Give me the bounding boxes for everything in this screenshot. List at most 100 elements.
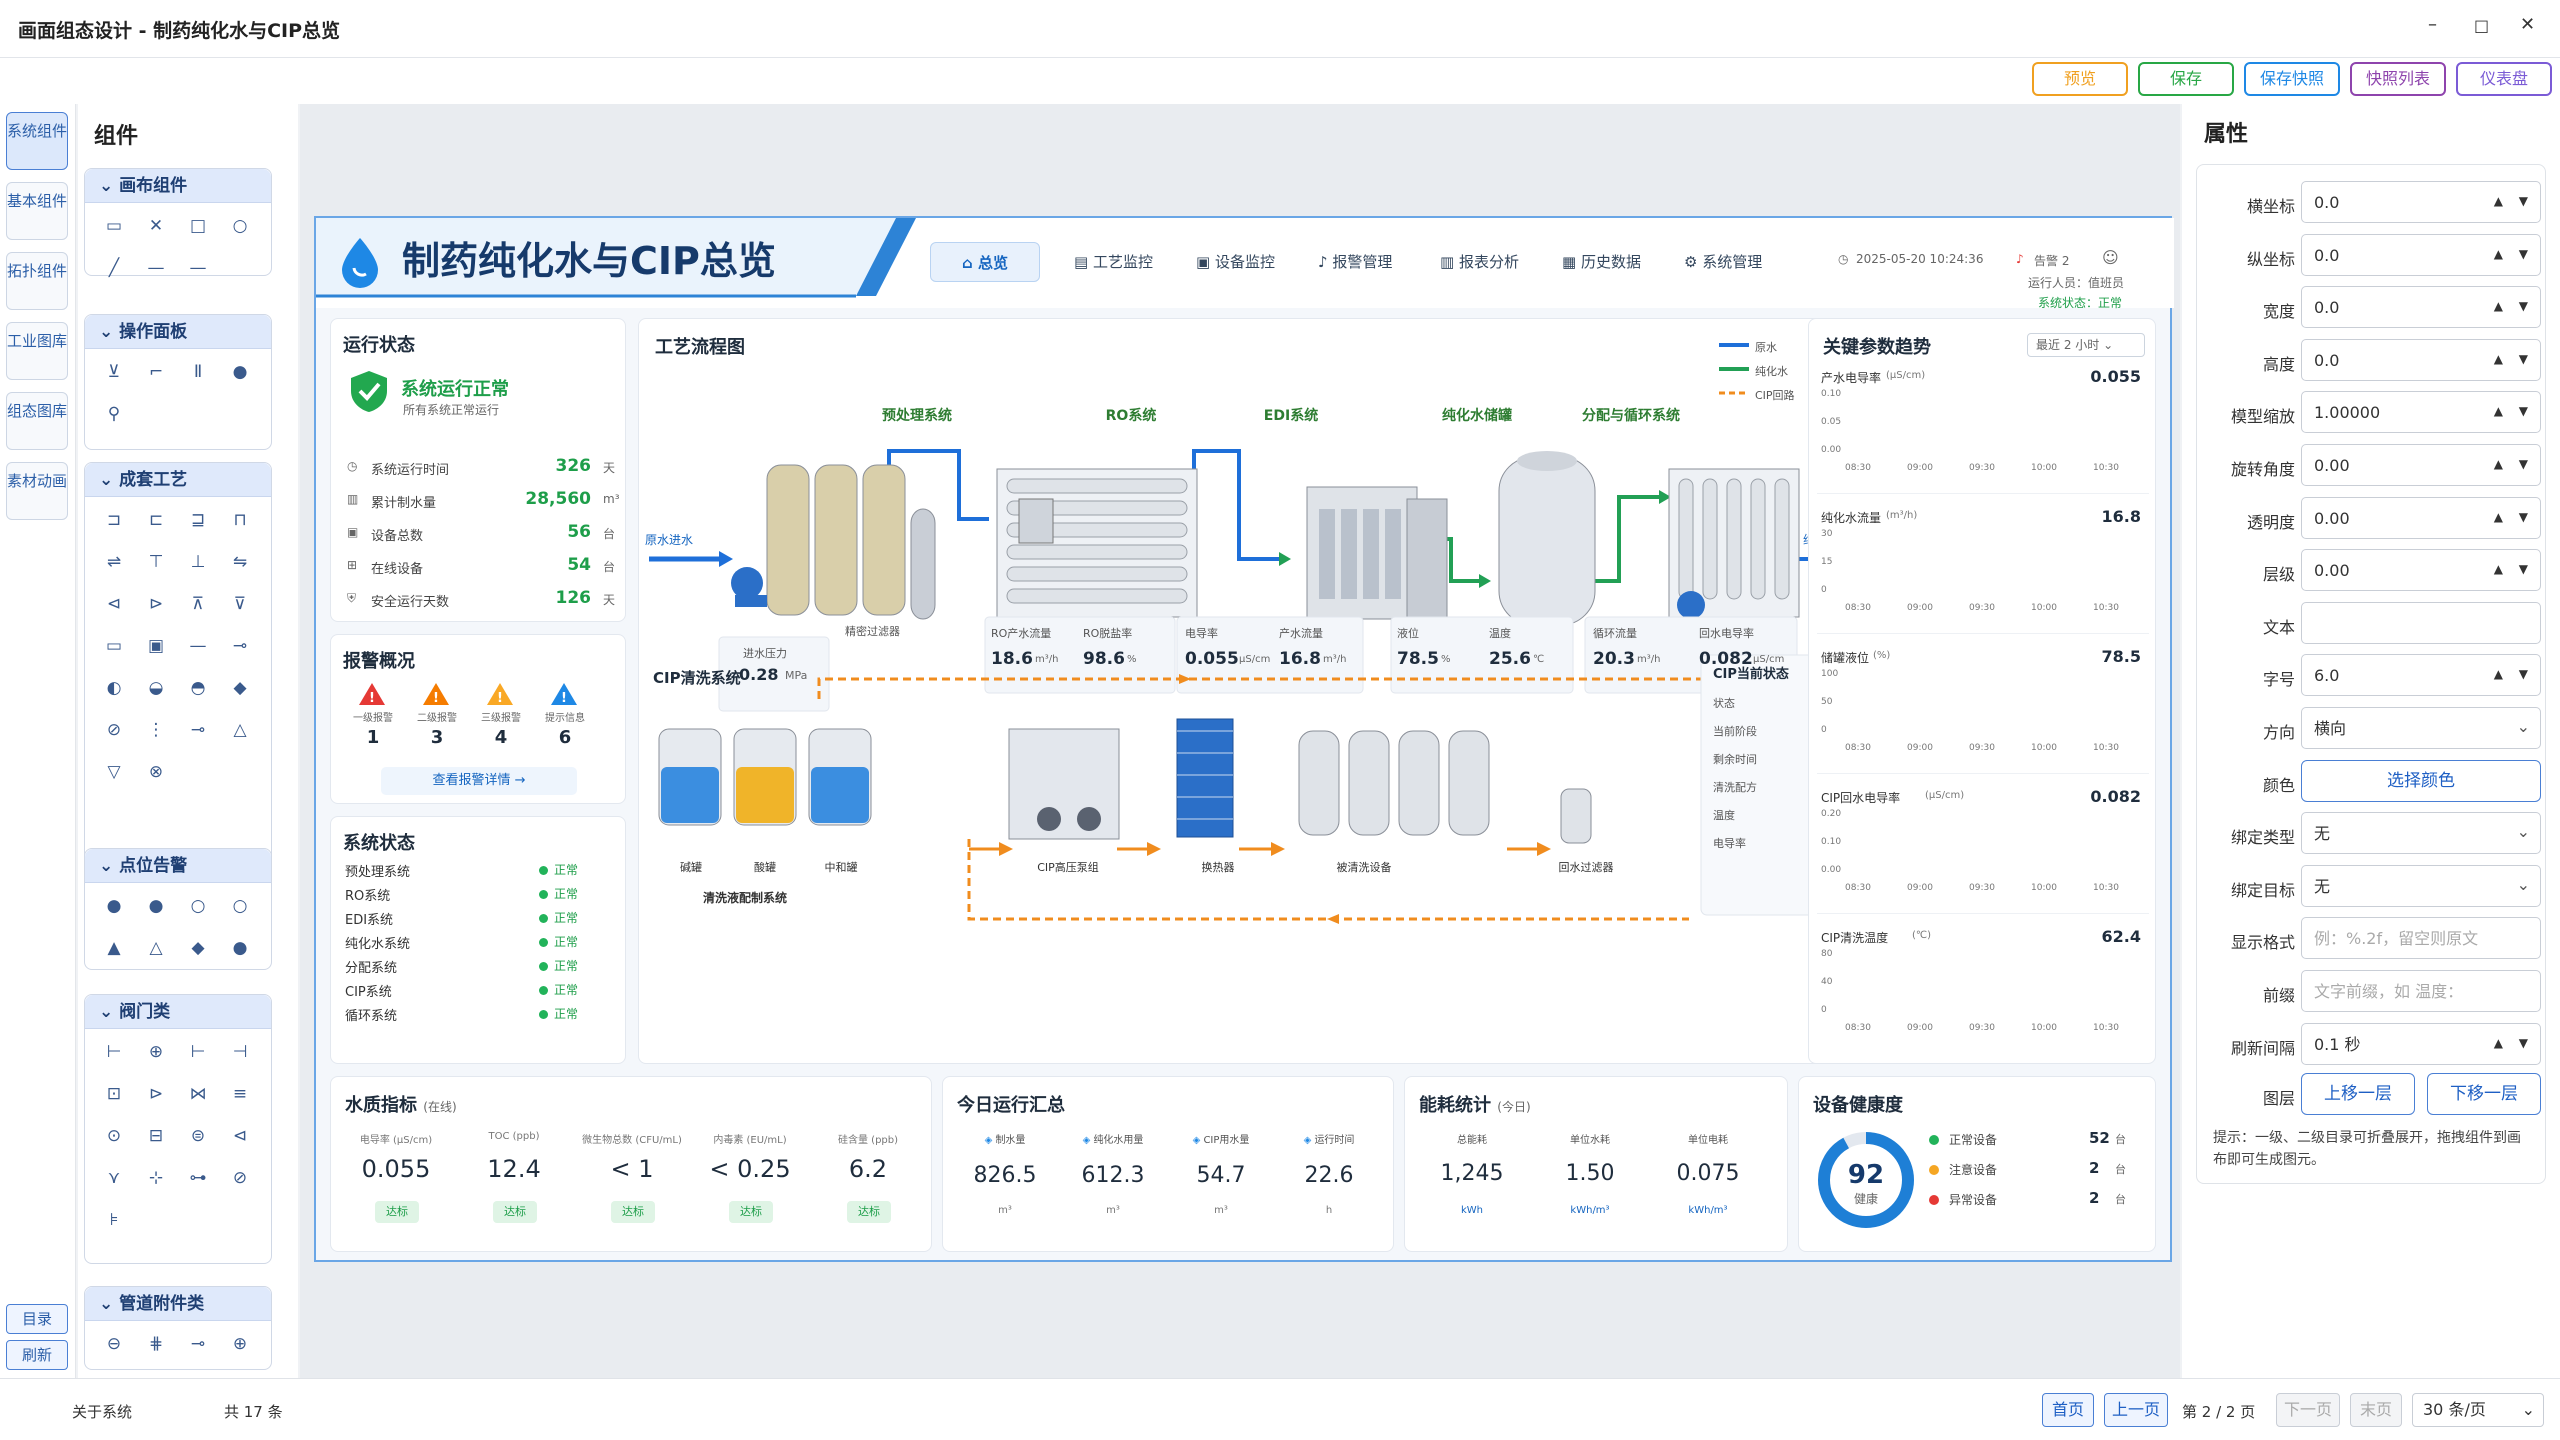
- cross-icon[interactable]: ✕: [135, 209, 177, 243]
- spin-arrows-icon[interactable]: ▲ ▼: [2494, 297, 2534, 315]
- spin-arrows-icon[interactable]: ▲ ▼: [2494, 665, 2534, 683]
- process-set-icon[interactable]: ⊗: [135, 755, 177, 789]
- view-alarm-details-link[interactable]: 查看报警详情 →: [381, 767, 577, 795]
- tab-system-management[interactable]: ⚙ 系统管理: [1684, 242, 1762, 282]
- prop-input[interactable]: 0.00 ▲ ▼: [2301, 549, 2541, 592]
- preview-button[interactable]: 预览: [2032, 62, 2128, 96]
- trend-range-select[interactable]: 最近 2 小时 ⌄: [2027, 333, 2145, 357]
- gauge-icon[interactable]: Ⅱ: [177, 355, 219, 389]
- lamp-icon[interactable]: ⚲: [93, 397, 135, 431]
- process-set-icon[interactable]: ⊼: [177, 587, 219, 621]
- process-set-icon[interactable]: ⊒: [177, 503, 219, 537]
- point-icon[interactable]: ●: [93, 889, 135, 923]
- prop-input[interactable]: 例：%.2f，留空则原文: [2301, 917, 2541, 960]
- nav-system-components[interactable]: 系统组件: [6, 112, 68, 170]
- prop-input[interactable]: [2301, 601, 2541, 644]
- point-icon[interactable]: ●: [135, 889, 177, 923]
- prop-input[interactable]: 0.00 ▲ ▼: [2301, 496, 2541, 539]
- prop-input[interactable]: 0.0 ▲ ▼: [2301, 338, 2541, 381]
- button-widget-icon[interactable]: ▭: [93, 209, 135, 243]
- process-set-icon[interactable]: ▣: [135, 629, 177, 663]
- process-set-icon[interactable]: ⊓: [219, 503, 261, 537]
- group-header[interactable]: ⌄ 管道附件类: [85, 1287, 271, 1321]
- spin-arrows-icon[interactable]: ▲ ▼: [2494, 455, 2534, 473]
- spin-arrows-icon[interactable]: ▲ ▼: [2494, 350, 2534, 368]
- switch-icon[interactable]: ⌐: [135, 355, 177, 389]
- valve-icon[interactable]: ⊧: [93, 1203, 135, 1237]
- group-header[interactable]: ⌄ 成套工艺: [85, 463, 271, 497]
- valve-icon[interactable]: ⊢: [177, 1035, 219, 1069]
- alarm-bell-icon[interactable]: ♪: [2016, 252, 2024, 266]
- process-set-icon[interactable]: ▽: [93, 755, 135, 789]
- alarm-icon[interactable]: △: [135, 931, 177, 965]
- group-header[interactable]: ⌄ 点位告警: [85, 849, 271, 883]
- prop-input[interactable]: 0.0 ▲ ▼: [2301, 181, 2541, 223]
- process-set-icon[interactable]: ⊘: [93, 713, 135, 747]
- rectangle-icon[interactable]: □: [177, 209, 219, 243]
- operator-label[interactable]: 运行人员：值班员: [2028, 274, 2124, 291]
- valve-icon[interactable]: ⋈: [177, 1077, 219, 1111]
- alarm-icon[interactable]: ▲: [93, 931, 135, 965]
- last-page-button[interactable]: 末页: [2350, 1393, 2402, 1427]
- tab-equipment-monitor[interactable]: ▣ 设备监控: [1196, 242, 1275, 282]
- process-set-icon[interactable]: ⊸: [177, 713, 219, 747]
- spin-arrows-icon[interactable]: ▲ ▼: [2494, 245, 2534, 263]
- process-set-icon[interactable]: —: [177, 629, 219, 663]
- move-down-layer-button[interactable]: 下移一层: [2427, 1073, 2541, 1115]
- valve-icon[interactable]: ⊶: [177, 1161, 219, 1195]
- process-set-icon[interactable]: ⇋: [219, 545, 261, 579]
- spin-arrows-icon[interactable]: ▲ ▼: [2494, 508, 2534, 526]
- fitting-icon[interactable]: ⊕: [219, 1327, 261, 1361]
- spin-arrows-icon[interactable]: ▲ ▼: [2494, 192, 2534, 210]
- nav-basic-components[interactable]: 基本组件: [6, 182, 68, 240]
- prop-select[interactable]: 横向 ⌄: [2301, 707, 2541, 749]
- alarm-icon[interactable]: ◆: [177, 931, 219, 965]
- valve-icon[interactable]: ⊲: [219, 1119, 261, 1153]
- valve-icon[interactable]: ⋎: [93, 1161, 135, 1195]
- process-set-icon[interactable]: ⊳: [135, 587, 177, 621]
- prop-input[interactable]: 0.0 ▲ ▼: [2301, 286, 2541, 329]
- valve-icon[interactable]: ⊟: [135, 1119, 177, 1153]
- process-set-icon[interactable]: ◐: [93, 671, 135, 705]
- nav-topology-components[interactable]: 拓扑组件: [6, 252, 68, 310]
- valve-icon[interactable]: ⊜: [177, 1119, 219, 1153]
- prop-input[interactable]: 6.0 ▲ ▼: [2301, 654, 2541, 697]
- page-size-select[interactable]: 30 条/页 ⌄: [2412, 1393, 2544, 1427]
- process-set-icon[interactable]: ⇌: [93, 545, 135, 579]
- process-set-icon[interactable]: ⊤: [135, 545, 177, 579]
- indicator-icon[interactable]: ●: [219, 355, 261, 389]
- tab-report-analysis[interactable]: ▥ 报表分析: [1440, 242, 1519, 282]
- prop-input[interactable]: 0.00 ▲ ▼: [2301, 444, 2541, 486]
- valve-icon[interactable]: ≡: [219, 1077, 261, 1111]
- process-set-icon[interactable]: ⊸: [219, 629, 261, 663]
- valve-icon[interactable]: ⊘: [219, 1161, 261, 1195]
- point-icon[interactable]: ●: [219, 931, 261, 965]
- spin-arrows-icon[interactable]: ▲ ▼: [2494, 402, 2534, 420]
- move-up-layer-button[interactable]: 上移一层: [2301, 1073, 2415, 1115]
- valve-icon[interactable]: ⊻: [93, 355, 135, 389]
- nav-scada-library[interactable]: 组态图库: [6, 392, 68, 450]
- process-set-icon[interactable]: ⊐: [93, 503, 135, 537]
- line-icon[interactable]: —: [135, 251, 177, 285]
- minimize-icon[interactable]: –: [2428, 14, 2437, 35]
- point-icon[interactable]: ○: [219, 889, 261, 923]
- group-header[interactable]: ⌄ 阀门类: [85, 995, 271, 1029]
- process-set-icon[interactable]: ◒: [135, 671, 177, 705]
- tab-alarm-management[interactable]: ♪ 报警管理: [1318, 242, 1392, 282]
- process-set-icon[interactable]: ◆: [219, 671, 261, 705]
- prop-input[interactable]: 0.1 秒 ▲ ▼: [2301, 1022, 2541, 1065]
- valve-icon[interactable]: ⊢: [93, 1035, 135, 1069]
- prop-input[interactable]: 1.00000 ▲ ▼: [2301, 391, 2541, 434]
- close-icon[interactable]: ✕: [2520, 14, 2535, 35]
- fitting-icon[interactable]: ⊖: [93, 1327, 135, 1361]
- save-snapshot-button[interactable]: 保存快照: [2244, 62, 2340, 96]
- process-set-icon[interactable]: ⊏: [135, 503, 177, 537]
- prop-input[interactable]: 0.0 ▲ ▼: [2301, 233, 2541, 276]
- tab-overview[interactable]: ⌂ 总览: [930, 242, 1040, 282]
- refresh-button[interactable]: 刷新: [6, 1340, 68, 1370]
- spin-arrows-icon[interactable]: ▲ ▼: [2494, 1034, 2534, 1052]
- fitting-icon[interactable]: ⋕: [135, 1327, 177, 1361]
- first-page-button[interactable]: 首页: [2042, 1393, 2094, 1427]
- circle-icon[interactable]: ○: [219, 209, 261, 243]
- next-page-button[interactable]: 下一页: [2276, 1393, 2340, 1427]
